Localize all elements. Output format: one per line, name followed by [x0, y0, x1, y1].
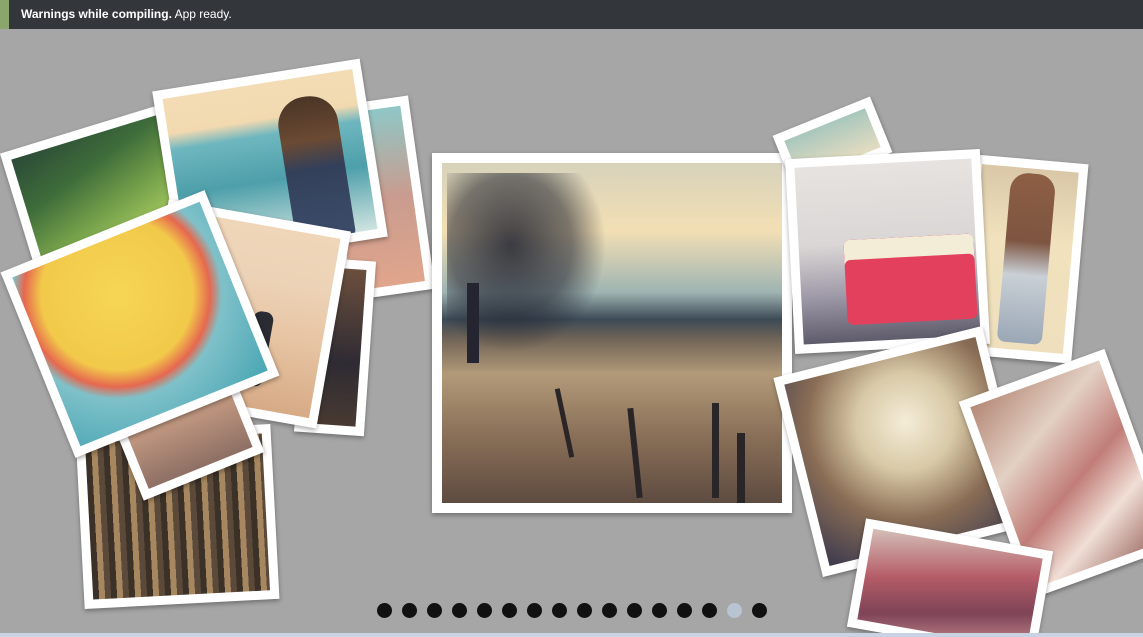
fence-post-4	[554, 388, 575, 458]
photo-red-tram[interactable]	[785, 149, 990, 354]
status-bold-text: Warnings while compiling.	[21, 7, 172, 21]
pagination-dot-8[interactable]	[552, 603, 567, 618]
status-text: App ready.	[171, 7, 232, 21]
bottom-border	[0, 633, 1143, 637]
field-tree-image	[442, 163, 782, 503]
pagination	[0, 603, 1143, 619]
status-bar: Warnings while compiling. App ready.	[0, 0, 1143, 29]
pagination-dot-16[interactable]	[752, 603, 767, 618]
fence-post-2	[712, 403, 719, 498]
fence-post-1	[627, 407, 643, 499]
status-accent	[0, 0, 9, 29]
tram-body	[843, 233, 978, 326]
pagination-dot-6[interactable]	[502, 603, 517, 618]
pagination-dot-15[interactable]	[727, 603, 742, 618]
pagination-dot-11[interactable]	[627, 603, 642, 618]
pagination-dot-2[interactable]	[402, 603, 417, 618]
man-figure	[996, 171, 1057, 345]
tree-trunk	[467, 283, 479, 363]
pagination-dot-9[interactable]	[577, 603, 592, 618]
fence-post-3	[737, 433, 745, 503]
pagination-dot-10[interactable]	[602, 603, 617, 618]
pagination-dot-7[interactable]	[527, 603, 542, 618]
red-tram-image	[794, 158, 981, 345]
pagination-dot-12[interactable]	[652, 603, 667, 618]
pagination-dot-3[interactable]	[427, 603, 442, 618]
pagination-dot-5[interactable]	[477, 603, 492, 618]
pagination-dot-14[interactable]	[702, 603, 717, 618]
photo-field-tree[interactable]	[432, 153, 792, 513]
gallery-stage	[0, 29, 1143, 633]
pagination-dot-13[interactable]	[677, 603, 692, 618]
pagination-dot-1[interactable]	[377, 603, 392, 618]
pagination-dot-4[interactable]	[452, 603, 467, 618]
